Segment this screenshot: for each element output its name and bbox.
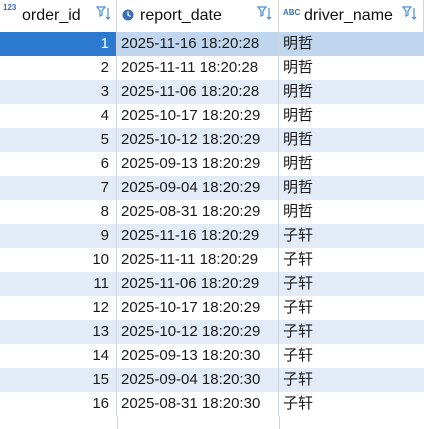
- driver-name-cell[interactable]: 明哲: [279, 80, 424, 104]
- column-header-label: order_id: [22, 7, 81, 24]
- grid-empty-area: [0, 416, 424, 429]
- result-grid: 123 order_id report_date ABC driver_name: [0, 0, 424, 429]
- table-row[interactable]: 5 2025-10-12 18:20:29 明哲: [0, 128, 424, 152]
- report-date-cell[interactable]: 2025-10-17 18:20:29: [117, 296, 279, 320]
- table-row[interactable]: 8 2025-08-31 18:20:29 明哲: [0, 200, 424, 224]
- order-id-cell[interactable]: 3: [0, 80, 117, 104]
- driver-name-cell[interactable]: 明哲: [279, 152, 424, 176]
- table-row[interactable]: 15 2025-09-04 18:20:30 子轩: [0, 368, 424, 392]
- driver-name-cell[interactable]: 明哲: [279, 176, 424, 200]
- clock-type-icon: [122, 9, 134, 21]
- report-date-cell[interactable]: 2025-09-04 18:20:30: [117, 368, 279, 392]
- order-id-cell[interactable]: 15: [0, 368, 117, 392]
- driver-name-cell[interactable]: 子轩: [279, 224, 424, 248]
- order-id-cell[interactable]: 10: [0, 248, 117, 272]
- order-id-cell[interactable]: 16: [0, 392, 117, 416]
- table-row[interactable]: 3 2025-11-06 18:20:28 明哲: [0, 80, 424, 104]
- order-id-cell[interactable]: 11: [0, 272, 117, 296]
- driver-name-cell[interactable]: 子轩: [279, 272, 424, 296]
- column-header-driver-name[interactable]: ABC driver_name: [279, 0, 424, 32]
- column-header-label: report_date: [140, 7, 222, 24]
- report-date-cell[interactable]: 2025-10-12 18:20:29: [117, 128, 279, 152]
- grid-body: 1 2025-11-16 18:20:28 明哲 2 2025-11-11 18:20:…: [0, 32, 424, 416]
- filter-sort-icon[interactable]: [402, 5, 418, 23]
- grid-header: 123 order_id report_date ABC driver_name: [0, 0, 424, 33]
- order-id-cell[interactable]: 9: [0, 224, 117, 248]
- table-row[interactable]: 4 2025-10-17 18:20:29 明哲: [0, 104, 424, 128]
- numeric-type-icon: 123: [3, 3, 17, 12]
- text-type-icon: ABC: [283, 8, 301, 17]
- filter-sort-icon[interactable]: [96, 5, 112, 23]
- order-id-cell[interactable]: 13: [0, 320, 117, 344]
- driver-name-cell[interactable]: 明哲: [279, 128, 424, 152]
- order-id-cell[interactable]: 8: [0, 200, 117, 224]
- report-date-cell[interactable]: 2025-11-16 18:20:28: [117, 32, 279, 56]
- order-id-cell[interactable]: 5: [0, 128, 117, 152]
- table-row[interactable]: 6 2025-09-13 18:20:29 明哲: [0, 152, 424, 176]
- table-row[interactable]: 9 2025-11-16 18:20:29 子轩: [0, 224, 424, 248]
- report-date-cell[interactable]: 2025-09-04 18:20:29: [117, 176, 279, 200]
- driver-name-cell[interactable]: 子轩: [279, 368, 424, 392]
- order-id-cell[interactable]: 14: [0, 344, 117, 368]
- report-date-cell[interactable]: 2025-09-13 18:20:29: [117, 152, 279, 176]
- filter-sort-icon[interactable]: [257, 5, 273, 23]
- report-date-cell[interactable]: 2025-11-06 18:20:28: [117, 80, 279, 104]
- column-header-label: driver_name: [304, 7, 393, 24]
- driver-name-cell[interactable]: 子轩: [279, 296, 424, 320]
- table-row[interactable]: 16 2025-08-31 18:20:30 子轩: [0, 392, 424, 416]
- report-date-cell[interactable]: 2025-11-16 18:20:29: [117, 224, 279, 248]
- order-id-cell[interactable]: 1: [0, 32, 117, 56]
- report-date-cell[interactable]: 2025-08-31 18:20:29: [117, 200, 279, 224]
- driver-name-cell[interactable]: 明哲: [279, 32, 424, 56]
- driver-name-cell[interactable]: 子轩: [279, 320, 424, 344]
- driver-name-cell[interactable]: 子轩: [279, 344, 424, 368]
- order-id-cell[interactable]: 7: [0, 176, 117, 200]
- report-date-cell[interactable]: 2025-11-11 18:20:29: [117, 248, 279, 272]
- report-date-cell[interactable]: 2025-10-12 18:20:29: [117, 320, 279, 344]
- column-header-order-id[interactable]: 123 order_id: [0, 0, 117, 32]
- driver-name-cell[interactable]: 明哲: [279, 56, 424, 80]
- order-id-cell[interactable]: 6: [0, 152, 117, 176]
- order-id-cell[interactable]: 2: [0, 56, 117, 80]
- table-row[interactable]: 2 2025-11-11 18:20:28 明哲: [0, 56, 424, 80]
- report-date-cell[interactable]: 2025-10-17 18:20:29: [117, 104, 279, 128]
- report-date-cell[interactable]: 2025-11-06 18:20:29: [117, 272, 279, 296]
- table-row[interactable]: 13 2025-10-12 18:20:29 子轩: [0, 320, 424, 344]
- table-row[interactable]: 11 2025-11-06 18:20:29 子轩: [0, 272, 424, 296]
- table-row[interactable]: 12 2025-10-17 18:20:29 子轩: [0, 296, 424, 320]
- driver-name-cell[interactable]: 明哲: [279, 200, 424, 224]
- order-id-cell[interactable]: 12: [0, 296, 117, 320]
- report-date-cell[interactable]: 2025-11-11 18:20:28: [117, 56, 279, 80]
- table-row[interactable]: 7 2025-09-04 18:20:29 明哲: [0, 176, 424, 200]
- report-date-cell[interactable]: 2025-08-31 18:20:30: [117, 392, 279, 416]
- column-header-report-date[interactable]: report_date: [117, 0, 279, 32]
- driver-name-cell[interactable]: 明哲: [279, 104, 424, 128]
- driver-name-cell[interactable]: 子轩: [279, 392, 424, 416]
- report-date-cell[interactable]: 2025-09-13 18:20:30: [117, 344, 279, 368]
- table-row[interactable]: 1 2025-11-16 18:20:28 明哲: [0, 32, 424, 56]
- table-row[interactable]: 10 2025-11-11 18:20:29 子轩: [0, 248, 424, 272]
- table-row[interactable]: 14 2025-09-13 18:20:30 子轩: [0, 344, 424, 368]
- order-id-cell[interactable]: 4: [0, 104, 117, 128]
- driver-name-cell[interactable]: 子轩: [279, 248, 424, 272]
